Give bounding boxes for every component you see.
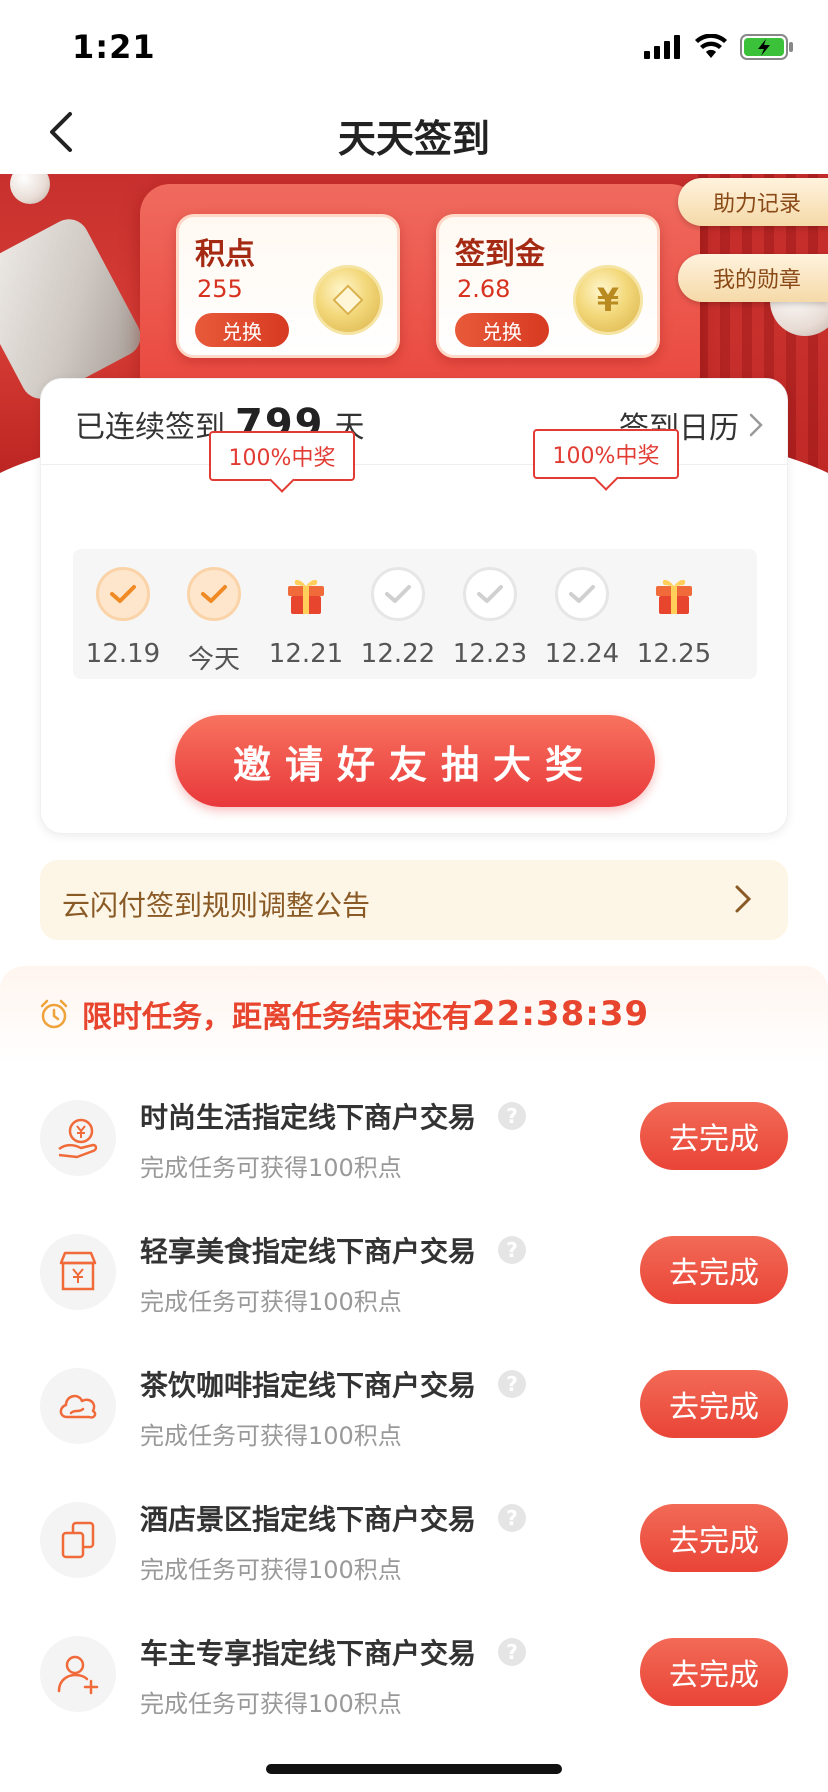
- status-bar: 1:21: [0, 0, 828, 90]
- gift-icon: [647, 567, 701, 621]
- day-item: 今天: [168, 549, 260, 679]
- task-title: 茶饮咖啡指定线下商户交易 ?: [140, 1364, 527, 1404]
- prize-tag: 100%中奖: [209, 431, 355, 481]
- diamond-coin-icon: [313, 265, 383, 335]
- points-value: 255: [197, 275, 243, 303]
- task-subtitle: 完成任务可获得100积点: [140, 1690, 402, 1718]
- shop-icon: [40, 1234, 116, 1310]
- task-title: 车主专享指定线下商户交易 ?: [140, 1632, 527, 1672]
- task-subtitle: 完成任务可获得100积点: [140, 1154, 402, 1182]
- countdown-timer: 22:38:39: [472, 994, 650, 1034]
- days-strip: 12.19 今天 12.21 12.22 12.23 12.24 12.25: [73, 549, 757, 679]
- cloud-icon: [40, 1368, 116, 1444]
- task-subtitle: 完成任务可获得100积点: [140, 1556, 402, 1584]
- gift-icon: [279, 567, 333, 621]
- day-item: 12.24: [536, 549, 628, 679]
- status-icons: [644, 34, 794, 60]
- day-label: 今天: [187, 645, 240, 675]
- check-done-icon: [96, 567, 150, 621]
- notice-text: 云闪付签到规则调整公告: [62, 889, 371, 922]
- task-title-text: 茶饮咖啡指定线下商户交易: [140, 1369, 477, 1402]
- alarm-clock-icon: [40, 999, 68, 1029]
- day-label: 12.19: [85, 639, 161, 669]
- day-item: 12.19: [77, 549, 169, 679]
- copy-icon: [40, 1502, 116, 1578]
- check-pending-icon: [463, 567, 517, 621]
- task-complete-button[interactable]: 去完成: [640, 1236, 788, 1304]
- day-item: 12.22: [352, 549, 444, 679]
- tasks-header-label: 限时任务，距离任务结束还有: [82, 1000, 472, 1035]
- task-complete-button[interactable]: 去完成: [640, 1370, 788, 1438]
- rules-notice[interactable]: 云闪付签到规则调整公告: [40, 860, 788, 940]
- invite-friends-button[interactable]: 邀请好友抽大奖: [175, 715, 655, 807]
- task-title-text: 车主专享指定线下商户交易: [140, 1637, 477, 1670]
- task-complete-button[interactable]: 去完成: [640, 1102, 788, 1170]
- day-item: 12.23: [444, 549, 536, 679]
- tasks-header: 限时任务，距离任务结束还有 22:38:39: [38, 992, 649, 1036]
- home-indicator[interactable]: [266, 1764, 562, 1774]
- task-title: 时尚生活指定线下商户交易 ?: [140, 1096, 527, 1136]
- task-item: 茶饮咖啡指定线下商户交易 ? 完成任务可获得100积点 去完成: [0, 1360, 828, 1480]
- assist-record-link[interactable]: 助力记录: [678, 178, 828, 226]
- limited-tasks-section: 限时任务，距离任务结束还有 22:38:39 时尚生活指定线下商户交易 ? 完成…: [0, 966, 828, 1792]
- yen-hand-icon: [40, 1100, 116, 1176]
- day-label: 12.24: [544, 639, 620, 669]
- checkin-card: 已连续签到 799 天 签到日历 100%中奖 100%中奖 12.19 今天: [40, 378, 788, 834]
- streak-prefix: 已连续签到: [75, 410, 225, 445]
- checkin-gold-label: 签到金: [455, 237, 545, 272]
- task-title-text: 时尚生活指定线下商户交易: [140, 1101, 477, 1134]
- decor-ball: [10, 174, 50, 204]
- task-item: 时尚生活指定线下商户交易 ? 完成任务可获得100积点 去完成: [0, 1092, 828, 1212]
- day-label: 12.25: [636, 639, 712, 669]
- task-title-text: 轻享美食指定线下商户交易: [140, 1235, 477, 1268]
- task-item: 车主专享指定线下商户交易 ? 完成任务可获得100积点 去完成: [0, 1628, 828, 1748]
- page-title: 天天签到: [337, 117, 490, 161]
- chevron-right-icon: [735, 885, 752, 913]
- task-complete-button[interactable]: 去完成: [640, 1504, 788, 1572]
- check-pending-icon: [555, 567, 609, 621]
- checkin-gold-card: 签到金 2.68 兑换 ¥: [436, 214, 660, 358]
- task-title: 轻享美食指定线下商户交易 ?: [140, 1230, 527, 1270]
- my-medals-link[interactable]: 我的勋章: [678, 254, 828, 302]
- task-subtitle: 完成任务可获得100积点: [140, 1422, 402, 1450]
- user-add-icon: [40, 1636, 116, 1712]
- help-icon[interactable]: ?: [498, 1236, 527, 1264]
- day-label: 12.21: [268, 639, 344, 669]
- day-label: 12.23: [452, 639, 528, 669]
- check-pending-icon: [371, 567, 425, 621]
- day-label: 12.22: [360, 639, 436, 669]
- day-item: 12.21: [260, 549, 352, 679]
- task-complete-button[interactable]: 去完成: [640, 1638, 788, 1706]
- checkin-gold-value: 2.68: [457, 275, 511, 303]
- chevron-right-icon: [749, 413, 763, 437]
- points-label: 积点: [195, 237, 255, 272]
- task-item: 轻享美食指定线下商户交易 ? 完成任务可获得100积点 去完成: [0, 1226, 828, 1346]
- task-title: 酒店景区指定线下商户交易 ?: [140, 1498, 527, 1538]
- battery-icon: [740, 34, 793, 60]
- day-item: 12.25: [628, 549, 720, 679]
- help-icon[interactable]: ?: [498, 1504, 527, 1532]
- task-item: 酒店景区指定线下商户交易 ? 完成任务可获得100积点 去完成: [0, 1494, 828, 1614]
- checkin-gold-exchange-button[interactable]: 兑换: [455, 313, 549, 347]
- points-card: 积点 255 兑换: [176, 214, 400, 358]
- help-icon[interactable]: ?: [498, 1370, 527, 1398]
- help-icon[interactable]: ?: [498, 1102, 527, 1130]
- prize-tag: 100%中奖: [533, 429, 679, 479]
- check-done-icon: [187, 567, 241, 621]
- help-icon[interactable]: ?: [498, 1638, 527, 1666]
- task-subtitle: 完成任务可获得100积点: [140, 1288, 402, 1316]
- task-title-text: 酒店景区指定线下商户交易: [140, 1503, 477, 1536]
- status-time: 1:21: [72, 28, 156, 66]
- yen-coin-icon: ¥: [573, 265, 643, 335]
- signal-icon: [644, 35, 680, 59]
- product-image: [0, 212, 148, 406]
- wifi-icon: [695, 34, 727, 58]
- nav-bar: 天天签到: [0, 90, 828, 174]
- points-exchange-button[interactable]: 兑换: [195, 313, 289, 347]
